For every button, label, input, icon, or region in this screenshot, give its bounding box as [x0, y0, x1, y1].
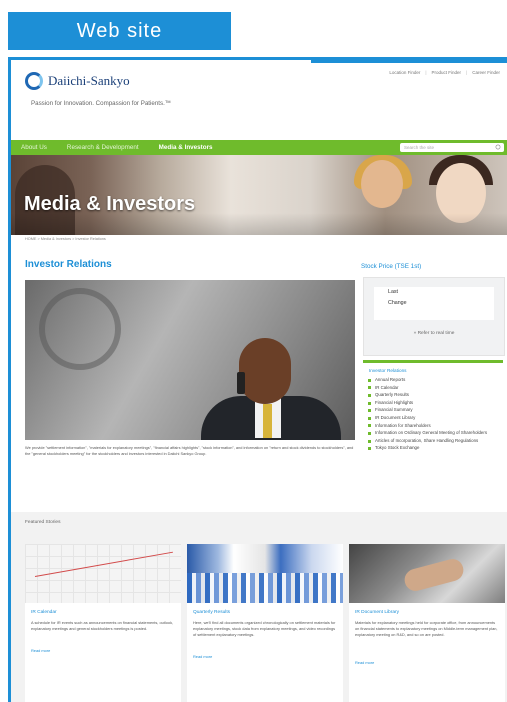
card-title[interactable]: IR Calendar [31, 610, 57, 615]
ir-link-item[interactable]: Tokyo Stock Exchange [363, 444, 503, 452]
site-logo[interactable]: Daiichi-Sankyo [25, 72, 130, 90]
top-link-career-finder[interactable]: Career Finder [472, 70, 500, 75]
realtime-link[interactable]: » Refer to real time [364, 331, 504, 336]
ir-link-item[interactable]: Information for Shareholders [363, 422, 503, 430]
website-screenshot-frame: Daiichi-Sankyo Passion for Innovation. C… [8, 57, 507, 702]
stock-values: Last Change [374, 287, 494, 320]
read-more-link[interactable]: Read more [355, 660, 374, 665]
ir-links-menu: Investor Relations Annual Reports IR Cal… [363, 360, 503, 452]
site-header: Daiichi-Sankyo Passion for Innovation. C… [11, 60, 507, 138]
stock-change-label: Change [388, 300, 407, 306]
card-title[interactable]: IR Document Library [355, 610, 399, 615]
stock-price-box: Last Change » Refer to real time [363, 277, 505, 356]
hero-title: Media & Investors [24, 193, 196, 215]
ir-link-item[interactable]: Articles of Incorporation, Share Handlin… [363, 437, 503, 445]
page-title: Investor Relations [25, 259, 112, 270]
hero-banner: Media & Investors [11, 155, 507, 235]
nav-item-about-us[interactable]: About Us [11, 144, 57, 151]
top-links: Location Finder | Product Finder | Caree… [389, 70, 500, 75]
ir-link-item[interactable]: IR Document Library [363, 414, 503, 422]
featured-card-ir-calendar[interactable]: IR Calendar A schedule for IR events suc… [25, 544, 181, 702]
featured-card-quarterly-results[interactable]: Quarterly Results Here, we'll find all d… [187, 544, 343, 702]
files-image [187, 573, 343, 603]
ir-link-item[interactable]: Information on Ordinary General Meeting … [363, 429, 503, 437]
card-text: Here, we'll find all documents organized… [193, 620, 336, 637]
top-link-location-finder[interactable]: Location Finder [389, 70, 420, 75]
stock-last-label: Last [388, 289, 399, 295]
businessman-image [239, 338, 291, 404]
featured-heading: Featured Stories [25, 520, 61, 525]
phone-image [237, 372, 245, 394]
card-text: Materials for explanatory meetings held … [355, 620, 498, 637]
hero-shade [11, 213, 507, 235]
logo-ring-icon [25, 72, 43, 90]
read-more-link[interactable]: Read more [31, 648, 50, 653]
ir-link-item[interactable]: Financial Summary [363, 406, 503, 414]
card-title[interactable]: Quarterly Results [193, 610, 230, 615]
read-more-link[interactable]: Read more [193, 654, 212, 659]
wall-logo-image [39, 288, 121, 370]
section-tag: Web site [8, 12, 231, 50]
card-image [349, 544, 505, 603]
search-placeholder: Search the site [404, 145, 435, 150]
main-nav: About Us Research & Development Media & … [11, 140, 507, 155]
nav-item-research[interactable]: Research & Development [57, 144, 149, 151]
logo-text: Daiichi-Sankyo [48, 73, 130, 88]
hero-person-image [361, 160, 403, 208]
tagline: Passion for Innovation. Compassion for P… [31, 100, 171, 107]
separator: | [425, 70, 427, 75]
card-image [187, 544, 343, 603]
breadcrumb[interactable]: HOME > Media & Investors > Investor Rela… [25, 237, 106, 241]
card-text: A schedule for IR events such as announc… [31, 620, 174, 631]
stock-price-title[interactable]: Stock Price (TSE 1st) [361, 263, 421, 270]
featured-card-ir-document-library[interactable]: IR Document Library Materials for explan… [349, 544, 505, 702]
ir-links-heading[interactable]: Investor Relations [363, 366, 503, 376]
ir-link-item[interactable]: Annual Reports [363, 376, 503, 384]
hand-image [402, 556, 466, 594]
nav-item-media-investors[interactable]: Media & Investors [149, 144, 223, 151]
ir-link-item[interactable]: Financial Highlights [363, 399, 503, 407]
featured-stories: Featured Stories IR Calendar A schedule … [11, 512, 507, 702]
main-photo [25, 280, 355, 440]
top-link-product-finder[interactable]: Product Finder [432, 70, 462, 75]
search-icon[interactable] [495, 144, 501, 150]
ir-link-item[interactable]: IR Calendar [363, 384, 503, 392]
separator: | [466, 70, 468, 75]
ir-link-item[interactable]: Quarterly Results [363, 391, 503, 399]
search-input[interactable]: Search the site [400, 143, 504, 152]
ir-description: We provide "settlement information", "ma… [25, 445, 354, 456]
businessman-image [263, 404, 272, 438]
header-accent-bar [311, 60, 507, 63]
card-image [25, 544, 181, 603]
